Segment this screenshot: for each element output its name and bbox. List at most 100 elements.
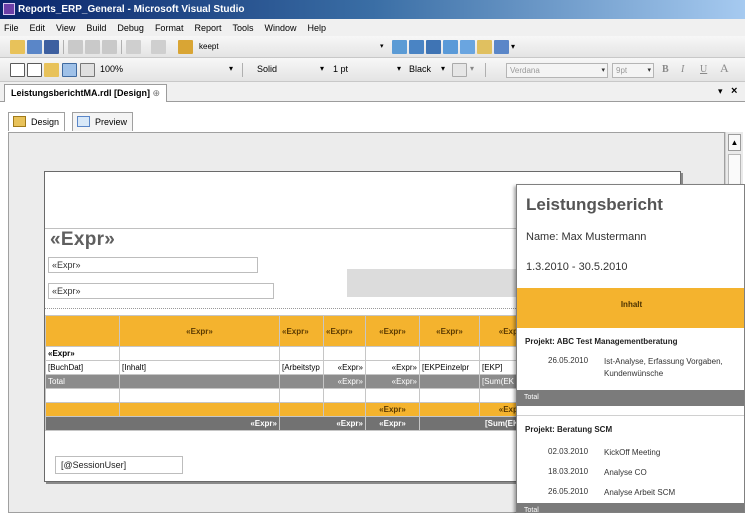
menu-window[interactable]: Window: [264, 23, 296, 33]
table-cell[interactable]: [Arbeitstyp: [279, 360, 324, 375]
session-user-textbox[interactable]: [@SessionUser]: [55, 456, 183, 474]
align-icon[interactable]: [80, 63, 95, 77]
line-style-dropdown-icon[interactable]: ▾: [320, 61, 324, 76]
italic-button[interactable]: I: [681, 62, 684, 77]
table-cell[interactable]: [365, 388, 420, 403]
table-cell[interactable]: «Expr»: [279, 315, 324, 347]
table-cell[interactable]: [365, 346, 420, 361]
properties-icon[interactable]: [426, 40, 441, 54]
cut-icon[interactable]: [68, 40, 83, 54]
font-color-button[interactable]: A: [720, 61, 729, 76]
menu-format[interactable]: Format: [155, 23, 184, 33]
font-family-combo[interactable]: Verdana ▾: [506, 63, 608, 78]
table-cell[interactable]: «Expr»: [365, 315, 420, 347]
undo-icon[interactable]: [126, 40, 141, 54]
expression-textbox-2[interactable]: «Expr»: [48, 283, 274, 299]
report-table[interactable]: «Expr» «Expr» «Expr» «Expr» «Expr» «Expr…: [45, 315, 524, 431]
table-cell[interactable]: [279, 402, 324, 417]
bold-button[interactable]: B: [662, 62, 669, 77]
object-browser-icon[interactable]: [443, 40, 458, 54]
open-file-icon[interactable]: [27, 40, 42, 54]
table-cell[interactable]: «Expr»: [419, 315, 480, 347]
paste-icon[interactable]: [102, 40, 117, 54]
copy-icon[interactable]: [85, 40, 100, 54]
build-config-icon[interactable]: [178, 40, 193, 54]
table-cell[interactable]: [279, 346, 324, 361]
close-tab-icon[interactable]: ×: [731, 85, 737, 97]
table-cell[interactable]: [279, 388, 324, 403]
new-project-icon[interactable]: [10, 40, 25, 54]
page-icon[interactable]: [10, 63, 25, 77]
line-width-dropdown-icon[interactable]: ▾: [397, 61, 401, 76]
body-icon[interactable]: [27, 63, 42, 77]
table-cell[interactable]: [45, 388, 120, 403]
table-cell[interactable]: [Sum(EKI: [419, 416, 524, 431]
save-icon[interactable]: [44, 40, 59, 54]
pin-icon[interactable]: ⊕: [153, 88, 161, 98]
table-cell[interactable]: [119, 388, 280, 403]
table-footer-row[interactable]: «Expr» «Expr: [45, 402, 524, 417]
menu-build[interactable]: Build: [86, 23, 106, 33]
table-cell[interactable]: «Expr»: [323, 374, 366, 389]
toolbox-icon[interactable]: [460, 40, 475, 54]
font-size-combo[interactable]: 9pt ▾: [612, 63, 654, 78]
line-style-combo[interactable]: Solid: [257, 62, 277, 77]
redo-icon[interactable]: [151, 40, 166, 54]
line-width-combo[interactable]: 1 pt: [333, 62, 348, 77]
table-cell[interactable]: «Expr»: [365, 402, 420, 417]
document-tab[interactable]: LeistungsberichtMA.rdl [Design] ⊕: [4, 84, 168, 102]
start-page-icon[interactable]: [477, 40, 492, 54]
table-cell[interactable]: Total: [45, 374, 120, 389]
report-title-expression[interactable]: «Expr»: [50, 229, 115, 251]
menu-help[interactable]: Help: [308, 23, 327, 33]
menu-tools[interactable]: Tools: [232, 23, 253, 33]
tab-preview[interactable]: Preview: [72, 112, 134, 131]
tab-design[interactable]: Design: [8, 112, 66, 131]
find-icon[interactable]: [392, 40, 407, 54]
menu-file[interactable]: File: [4, 23, 19, 33]
table-cell[interactable]: [119, 402, 280, 417]
toolbar-options-icon[interactable]: ▾: [511, 39, 515, 54]
table-cell[interactable]: «Expr»: [365, 416, 420, 431]
table-cell[interactable]: [323, 402, 366, 417]
table-cell[interactable]: «Expr»: [323, 315, 366, 347]
menu-edit[interactable]: Edit: [30, 23, 46, 33]
scroll-up-button[interactable]: ▲: [728, 134, 741, 151]
report-layout-icon[interactable]: [62, 63, 77, 77]
config-dropdown-arrow-icon[interactable]: ▾: [380, 39, 384, 54]
more-windows-icon[interactable]: [494, 40, 509, 54]
table-cell[interactable]: [323, 346, 366, 361]
table-cell[interactable]: «Expr»: [279, 416, 366, 431]
table-spacer-row[interactable]: [45, 388, 524, 403]
table-cell[interactable]: «Expr»: [365, 374, 420, 389]
table-cell[interactable]: [419, 374, 480, 389]
underline-button[interactable]: U: [700, 62, 707, 77]
table-cell[interactable]: [279, 374, 324, 389]
menu-view[interactable]: View: [56, 23, 75, 33]
table-cell[interactable]: [419, 402, 480, 417]
line-color-combo[interactable]: Black: [409, 62, 431, 77]
table-group-row[interactable]: «Expr»: [45, 346, 524, 361]
table-cell[interactable]: [EKPEinzelpr: [419, 360, 480, 375]
table-cell[interactable]: [119, 374, 280, 389]
grid-icon[interactable]: [44, 63, 59, 77]
menu-report[interactable]: Report: [194, 23, 221, 33]
border-icon[interactable]: [452, 63, 467, 77]
table-cell[interactable]: «Expr»: [45, 416, 280, 431]
table-cell[interactable]: [119, 346, 280, 361]
table-cell[interactable]: [419, 346, 480, 361]
table-header-row[interactable]: «Expr» «Expr» «Expr» «Expr» «Expr» «Expr: [45, 315, 524, 347]
expression-textbox-1[interactable]: «Expr»: [48, 257, 258, 273]
table-cell[interactable]: [45, 315, 120, 347]
menu-debug[interactable]: Debug: [117, 23, 144, 33]
table-cell[interactable]: «Expr»: [365, 360, 420, 375]
table-total-row[interactable]: Total «Expr» «Expr» [Sum(EK: [45, 374, 524, 389]
table-detail-row[interactable]: [BuchDat] [Inhalt] [Arbeitstyp «Expr» «E…: [45, 360, 524, 375]
table-cell[interactable]: [BuchDat]: [45, 360, 120, 375]
table-cell[interactable]: «Expr»: [45, 346, 120, 361]
table-cell[interactable]: [Inhalt]: [119, 360, 280, 375]
table-grand-total-row[interactable]: «Expr» «Expr» «Expr» [Sum(EKI: [45, 416, 524, 431]
table-cell[interactable]: [323, 388, 366, 403]
zoom-value[interactable]: 100%: [100, 62, 123, 77]
table-cell[interactable]: [45, 402, 120, 417]
